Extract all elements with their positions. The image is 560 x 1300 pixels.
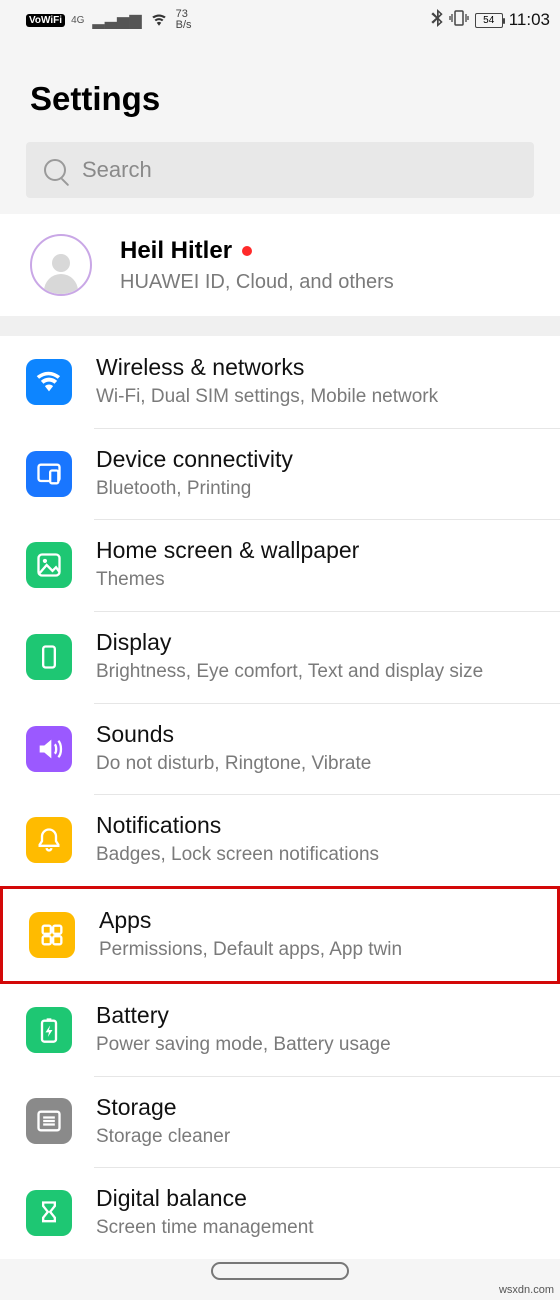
settings-item-sub: Badges, Lock screen notifications [96, 843, 550, 868]
account-name: Heil Hitler [120, 237, 394, 265]
settings-item-sub: Screen time management [96, 1216, 550, 1241]
settings-item-sub: Permissions, Default apps, App twin [99, 938, 547, 963]
settings-item-sub: Do not disturb, Ringtone, Vibrate [96, 752, 550, 777]
avatar [30, 234, 92, 296]
speed-unit: B/s [176, 20, 192, 31]
sounds-icon [26, 726, 72, 772]
page-title: Settings [0, 40, 560, 142]
section-spacer [0, 316, 560, 336]
digital-balance-icon [26, 1190, 72, 1236]
watermark: wsxdn.com [499, 1284, 554, 1296]
settings-item-title: Sounds [96, 721, 550, 748]
status-right: 54 11:03 [431, 9, 550, 31]
settings-item-apps[interactable]: Apps Permissions, Default apps, App twin [0, 886, 560, 984]
settings-item-title: Notifications [96, 812, 550, 839]
wifi-icon [150, 12, 168, 29]
nav-pill[interactable] [211, 1262, 349, 1280]
settings-item-sub: Brightness, Eye comfort, Text and displa… [96, 660, 550, 685]
home-wallpaper-icon [26, 542, 72, 588]
settings-item-sub: Wi-Fi, Dual SIM settings, Mobile network [96, 385, 550, 410]
settings-item-sub: Power saving mode, Battery usage [96, 1033, 550, 1058]
battery-level: 54 [483, 15, 494, 26]
network-indicator: 4G ▂▃▅▆ 73 B/s [71, 9, 191, 31]
settings-item-digital-balance[interactable]: Digital balance Screen time management [0, 1167, 560, 1259]
notifications-icon [26, 817, 72, 863]
search-placeholder: Search [82, 157, 152, 183]
settings-item-storage[interactable]: Storage Storage cleaner [0, 1076, 560, 1168]
settings-item-battery[interactable]: Battery Power saving mode, Battery usage [0, 984, 560, 1076]
status-bar: VoWiFi 4G ▂▃▅▆ 73 B/s 54 11:03 [0, 0, 560, 40]
vowifi-badge: VoWiFi [26, 14, 65, 27]
settings-item-home-wallpaper[interactable]: Home screen & wallpaper Themes [0, 519, 560, 611]
search-icon [44, 159, 66, 181]
wireless-icon [26, 359, 72, 405]
battery-icon [26, 1007, 72, 1053]
settings-item-title: Digital balance [96, 1185, 550, 1212]
storage-icon [26, 1098, 72, 1144]
apps-icon [29, 912, 75, 958]
settings-item-notifications[interactable]: Notifications Badges, Lock screen notific… [0, 794, 560, 886]
net-gen-label: 4G [71, 15, 84, 26]
battery-indicator: 54 [475, 13, 503, 28]
search-bar[interactable]: Search [26, 142, 534, 198]
alert-dot-icon [242, 246, 252, 256]
settings-item-sub: Storage cleaner [96, 1125, 550, 1150]
nav-bar [0, 1262, 560, 1280]
settings-item-title: Wireless & networks [96, 354, 550, 381]
settings-item-wireless[interactable]: Wireless & networks Wi-Fi, Dual SIM setti… [0, 336, 560, 428]
settings-menu: Wireless & networks Wi-Fi, Dual SIM setti… [0, 336, 560, 1259]
clock: 11:03 [509, 10, 550, 30]
bluetooth-icon [431, 9, 443, 31]
settings-item-sounds[interactable]: Sounds Do not disturb, Ringtone, Vibrate [0, 703, 560, 795]
device-connectivity-icon [26, 451, 72, 497]
settings-item-sub: Bluetooth, Printing [96, 477, 550, 502]
display-icon [26, 634, 72, 680]
settings-item-title: Home screen & wallpaper [96, 537, 550, 564]
vibrate-icon [449, 10, 469, 30]
settings-item-title: Storage [96, 1094, 550, 1121]
settings-item-display[interactable]: Display Brightness, Eye comfort, Text and… [0, 611, 560, 703]
settings-item-title: Device connectivity [96, 446, 550, 473]
settings-item-sub: Themes [96, 568, 550, 593]
settings-item-device-connectivity[interactable]: Device connectivity Bluetooth, Printing [0, 428, 560, 520]
settings-item-title: Battery [96, 1002, 550, 1029]
account-row[interactable]: Heil Hitler HUAWEI ID, Cloud, and others [0, 214, 560, 316]
settings-item-title: Display [96, 629, 550, 656]
settings-item-title: Apps [99, 907, 547, 934]
status-left: VoWiFi 4G ▂▃▅▆ 73 B/s [26, 9, 192, 31]
account-sub: HUAWEI ID, Cloud, and others [120, 271, 394, 294]
